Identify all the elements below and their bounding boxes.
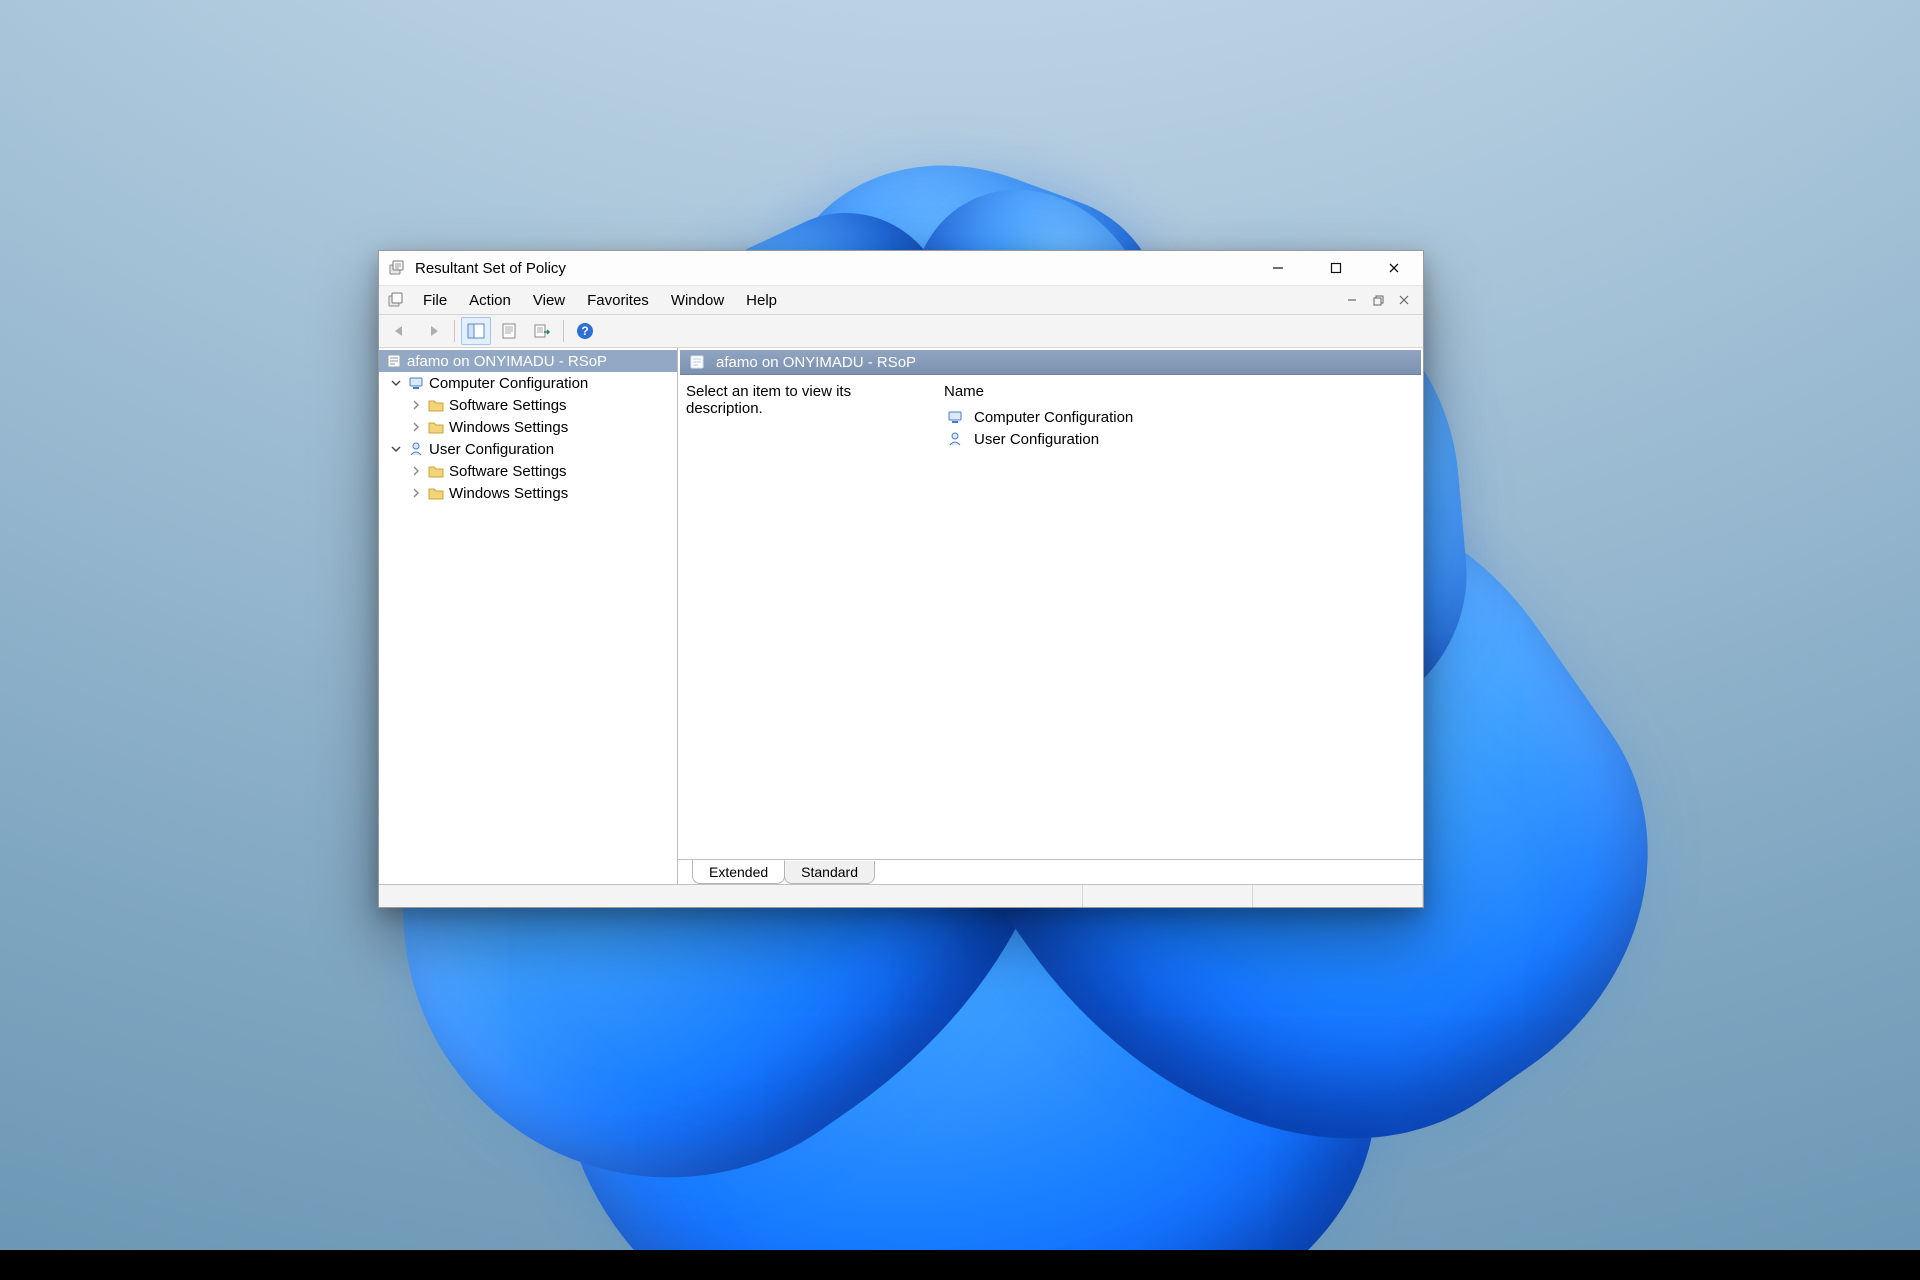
folder-icon xyxy=(427,484,445,502)
computer-icon xyxy=(946,408,964,426)
chevron-right-icon[interactable] xyxy=(409,398,423,412)
description-prompt: Select an item to view its description. xyxy=(686,383,926,859)
folder-icon xyxy=(427,418,445,436)
tree-node-label: Computer Configuration xyxy=(429,375,588,392)
mdi-controls xyxy=(1339,289,1417,311)
tree-node-software-settings[interactable]: Software Settings xyxy=(379,394,677,416)
column-header-name[interactable]: Name xyxy=(944,383,1415,406)
folder-icon xyxy=(427,396,445,414)
status-cell xyxy=(379,885,1083,907)
status-cell xyxy=(1083,885,1253,907)
policy-icon xyxy=(385,352,403,370)
tab-extended[interactable]: Extended xyxy=(692,860,785,884)
forward-button[interactable] xyxy=(418,317,448,345)
mdi-restore-button[interactable] xyxy=(1365,289,1391,311)
tree-node-label: Windows Settings xyxy=(449,419,568,436)
toolbar-separator xyxy=(454,320,455,342)
tree-node-label: Windows Settings xyxy=(449,485,568,502)
chevron-down-icon[interactable] xyxy=(389,442,403,456)
mdi-close-button[interactable] xyxy=(1391,289,1417,311)
chevron-right-icon[interactable] xyxy=(409,420,423,434)
titlebar[interactable]: Resultant Set of Policy xyxy=(379,251,1423,286)
mdi-minimize-button[interactable] xyxy=(1339,289,1365,311)
folder-icon xyxy=(427,462,445,480)
toolbar-separator xyxy=(563,320,564,342)
tree-node-user-config[interactable]: User Configuration xyxy=(379,438,677,460)
rsop-window: Resultant Set of Policy File Action View… xyxy=(378,250,1424,908)
tree-node-computer-config[interactable]: Computer Configuration xyxy=(379,372,677,394)
mmc-icon xyxy=(385,289,407,311)
menu-view[interactable]: View xyxy=(523,290,575,311)
menu-action[interactable]: Action xyxy=(459,290,521,311)
menubar: File Action View Favorites Window Help xyxy=(379,286,1423,315)
policy-icon xyxy=(688,353,706,371)
back-button[interactable] xyxy=(385,317,415,345)
menu-favorites[interactable]: Favorites xyxy=(577,290,659,311)
properties-button[interactable] xyxy=(494,317,524,345)
help-button[interactable]: ? xyxy=(570,317,600,345)
tree-node-label: Software Settings xyxy=(449,463,567,480)
chevron-right-icon[interactable] xyxy=(409,464,423,478)
maximize-button[interactable] xyxy=(1307,251,1365,285)
menu-help[interactable]: Help xyxy=(736,290,787,311)
chevron-right-icon[interactable] xyxy=(409,486,423,500)
tree-node-label: Software Settings xyxy=(449,397,567,414)
export-list-button[interactable] xyxy=(527,317,557,345)
detail-pane: afamo on ONYIMADU - RSoP Select an item … xyxy=(678,348,1423,884)
menu-file[interactable]: File xyxy=(413,290,457,311)
tree-root[interactable]: afamo on ONYIMADU - RSoP xyxy=(379,350,677,372)
toolbar: ? xyxy=(379,315,1423,348)
list-item-label: User Configuration xyxy=(974,431,1099,448)
list-item-user-config[interactable]: User Configuration xyxy=(944,428,1415,450)
user-icon xyxy=(946,430,964,448)
view-tabs: Extended Standard xyxy=(678,859,1423,884)
app-icon xyxy=(387,258,407,278)
console-tree[interactable]: afamo on ONYIMADU - RSoP Computer Config… xyxy=(379,348,678,884)
window-title: Resultant Set of Policy xyxy=(415,260,566,277)
minimize-button[interactable] xyxy=(1249,251,1307,285)
detail-header-text: afamo on ONYIMADU - RSoP xyxy=(716,354,916,371)
list-item-label: Computer Configuration xyxy=(974,409,1133,426)
user-icon xyxy=(407,440,425,458)
tab-standard[interactable]: Standard xyxy=(784,861,875,884)
tree-node-windows-settings[interactable]: Windows Settings xyxy=(379,482,677,504)
svg-text:?: ? xyxy=(581,324,588,338)
tree-node-windows-settings[interactable]: Windows Settings xyxy=(379,416,677,438)
tree-root-label: afamo on ONYIMADU - RSoP xyxy=(407,353,607,370)
chevron-down-icon[interactable] xyxy=(389,376,403,390)
status-cell xyxy=(1253,885,1423,907)
computer-icon xyxy=(407,374,425,392)
detail-header: afamo on ONYIMADU - RSoP xyxy=(680,350,1421,375)
statusbar xyxy=(379,884,1423,907)
taskbar xyxy=(0,1250,1920,1280)
list-item-computer-config[interactable]: Computer Configuration xyxy=(944,406,1415,428)
tree-node-software-settings[interactable]: Software Settings xyxy=(379,460,677,482)
close-button[interactable] xyxy=(1365,251,1423,285)
tree-node-label: User Configuration xyxy=(429,441,554,458)
menu-window[interactable]: Window xyxy=(661,290,734,311)
show-hide-tree-button[interactable] xyxy=(461,317,491,345)
